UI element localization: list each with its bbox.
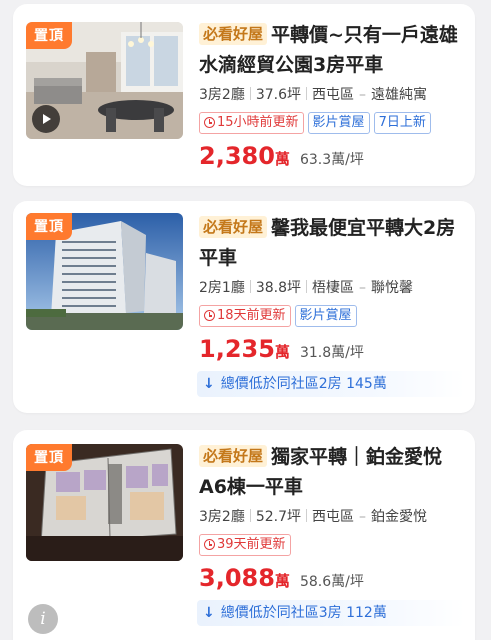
layout-text: 3房2廳 [199,509,245,525]
listing-photo[interactable]: 置頂 [26,444,183,561]
divider [249,509,251,522]
layout-text: 3房2廳 [199,87,245,103]
district-text: 西屯區 [312,87,354,103]
info-icon[interactable]: i [28,604,58,634]
listing-info: 必看好屋 平轉價~只有一戶遠雄水滴經貿公園3房平車 3房2廳 37.6坪 西屯區 – 遠雄… [199,20,465,170]
dash-separator: – [359,509,366,525]
community-text: 鉑金愛悅 [371,509,427,525]
divider [306,87,307,100]
listing-specs: 3房2廳 37.6坪 西屯區 – 遠雄純寓 [199,84,465,106]
price-unit: 萬 [274,572,290,590]
dash-separator: – [359,280,366,296]
clock-icon [204,539,215,550]
listing-info: 必看好屋 馨我最便宜平轉大2房平車 2房1廳 38.8坪 梧棲區 – 聯悅馨 18天前更新… [197,213,465,397]
listing-feed: 置頂 必看好屋 平轉價~只有一戶遠雄水滴經貿公園3房平車 3房2廳 37.6坪 西屯區… [0,0,491,640]
unit-price: 63.3萬/坪 [299,152,364,168]
listing-title[interactable]: 必看好屋 獨家平轉｜鉑金愛悅A6棟一平車 [199,442,465,502]
area-text: 38.8坪 [255,280,301,296]
divider [306,280,307,293]
community-text: 聯悅馨 [371,280,413,296]
price-compare-banner[interactable]: ↓ 總價低於同社區3房 112萬 [197,600,465,626]
arrow-down-icon: ↓ [203,605,215,621]
community-text: 遠雄純寓 [371,87,427,103]
listing-specs: 3房2廳 52.7坪 西屯區 – 鉑金愛悅 [199,506,465,528]
listing-title[interactable]: 必看好屋 馨我最便宜平轉大2房平車 [199,213,465,273]
play-video-icon[interactable] [32,105,60,133]
listing-tags: 18天前更新 影片賞屋 [199,305,465,327]
new-listing-tag: 7日上新 [373,112,431,134]
video-tour-tag: 影片賞屋 [307,112,370,134]
pinned-badge: 置頂 [26,22,72,49]
updated-tag: 15小時前更新 [199,112,304,134]
listing-specs: 2房1廳 38.8坪 梧棲區 – 聯悅馨 [199,277,465,299]
price-row: 2,380萬 63.3萬/坪 [199,142,465,170]
arrow-down-icon: ↓ [203,376,215,392]
pinned-badge: 置頂 [26,444,72,471]
total-price: 3,088 [199,564,275,592]
clock-icon [204,117,215,128]
price-unit: 萬 [274,343,290,361]
price-unit: 萬 [274,150,290,168]
must-see-tag: 必看好屋 [199,23,268,45]
district-text: 西屯區 [312,509,354,525]
listing-card[interactable]: 置頂 必看好屋 平轉價~只有一戶遠雄水滴經貿公園3房平車 3房2廳 37.6坪 西屯區… [13,4,475,186]
divider [249,87,251,100]
listing-tags: 39天前更新 [199,534,465,556]
total-price: 1,235 [199,335,275,363]
divider [249,280,251,293]
listing-photo[interactable]: 置頂 [26,22,183,139]
listing-card[interactable]: 置頂 必看好屋 獨家平轉｜鉑金愛悅A6棟一平車 3房2廳 52.7坪 西屯區 – 鉑金愛悅… [13,430,475,640]
price-row: 1,235萬 31.8萬/坪 [199,335,465,363]
updated-tag: 18天前更新 [199,305,291,327]
divider [306,509,307,522]
updated-tag: 39天前更新 [199,534,291,556]
area-text: 52.7坪 [255,509,301,525]
listing-card[interactable]: 置頂 必看好屋 馨我最便宜平轉大2房平車 2房1廳 38.8坪 梧棲區 – 聯悅馨 18天… [13,201,475,413]
price-compare-banner[interactable]: ↓ 總價低於同社區2房 145萬 [197,371,465,397]
unit-price: 58.6萬/坪 [299,574,364,590]
district-text: 梧棲區 [312,280,354,296]
total-price: 2,380 [199,142,275,170]
unit-price: 31.8萬/坪 [299,345,364,361]
listing-title[interactable]: 必看好屋 平轉價~只有一戶遠雄水滴經貿公園3房平車 [199,20,465,80]
pinned-badge: 置頂 [26,213,72,240]
video-tour-tag: 影片賞屋 [294,305,357,327]
area-text: 37.6坪 [255,87,301,103]
listing-tags: 15小時前更新 影片賞屋 7日上新 [199,112,465,134]
must-see-tag: 必看好屋 [199,216,268,238]
dash-separator: – [359,87,366,103]
must-see-tag: 必看好屋 [199,445,268,467]
listing-info: 必看好屋 獨家平轉｜鉑金愛悅A6棟一平車 3房2廳 52.7坪 西屯區 – 鉑金愛悅 39… [197,442,465,626]
price-row: 3,088萬 58.6萬/坪 [199,564,465,592]
listing-photo[interactable]: 置頂 [26,213,183,330]
clock-icon [204,310,215,321]
layout-text: 2房1廳 [199,280,245,296]
